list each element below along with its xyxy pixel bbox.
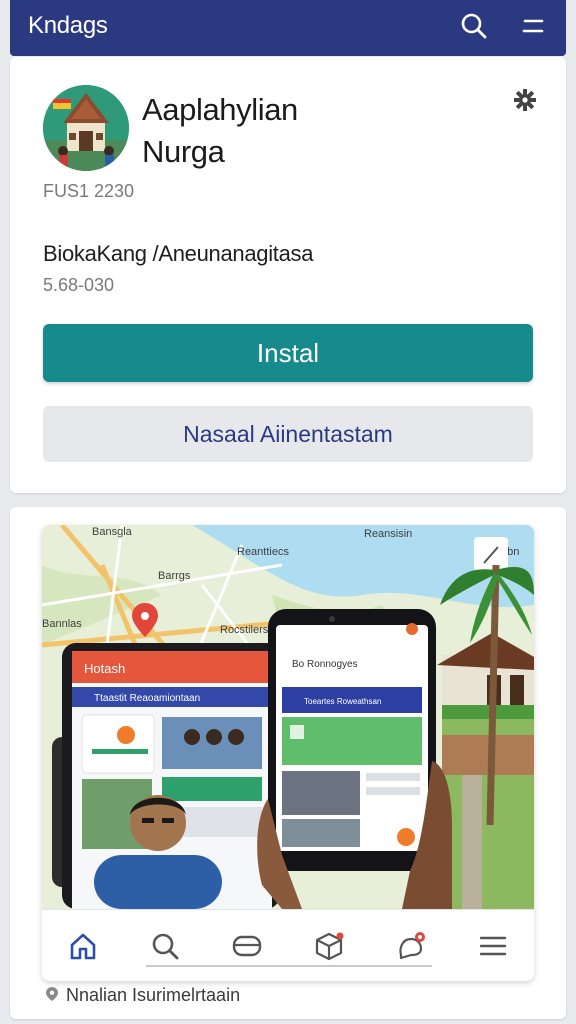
map-label: Reansisin: [364, 528, 412, 540]
map-label: Reanttiecs: [237, 546, 289, 558]
settings-button[interactable]: [512, 88, 538, 116]
app-title: Aaplahylian Nurga: [142, 89, 298, 173]
home-icon: [68, 931, 98, 961]
app-title-line-2: Nurga: [142, 134, 225, 169]
tablet-bar-text: Ttaastit Reaoamiontaan: [94, 693, 200, 704]
footer-note: Nnalian Isurimelrtaain: [46, 985, 240, 1006]
menu-icon: [478, 931, 508, 961]
nav-card[interactable]: [227, 926, 267, 966]
app-meta: FUS1 2230: [43, 181, 135, 201]
preview-bottom-nav: [42, 909, 534, 981]
nav-chat[interactable]: [391, 926, 431, 966]
chat-icon: [395, 931, 427, 961]
developer-name[interactable]: BiokaKang /Aneunanagitasa: [43, 241, 313, 267]
app-details-card: Aaplahylian Nurga FUS1 2230 BiokaKang /A…: [10, 57, 566, 493]
nav-search[interactable]: [145, 926, 185, 966]
map-label: Bansgla: [92, 526, 133, 538]
nav-menu[interactable]: [473, 926, 513, 966]
box-icon: [313, 931, 345, 961]
footer-note-text: Nnalian Isurimelrtaain: [66, 985, 241, 1005]
map-label: Rocstilers: [220, 624, 269, 636]
download-count: 5.68-030: [43, 275, 115, 295]
location-icon: [46, 985, 58, 1006]
map-label: Barrgs: [158, 570, 191, 582]
search-icon: [460, 12, 488, 45]
preview-illustration: Bansgla Reanttiecs Reansisin Barrgs Bann…: [42, 525, 534, 909]
phone-row-text: Toeartes Roweathsan: [304, 697, 381, 706]
menu-icon: [521, 15, 545, 42]
search-icon: [150, 931, 180, 961]
search-button[interactable]: [456, 10, 492, 46]
divider: [146, 965, 432, 967]
top-app-bar: Kndags: [10, 0, 566, 56]
menu-button[interactable]: [515, 10, 551, 46]
phone-header-text: Bo Ronnogyes: [292, 659, 358, 670]
card-icon: [231, 931, 263, 961]
phone-status-text: Danahnetiabn: [294, 635, 356, 646]
app-screenshot-preview[interactable]: Bansgla Reanttiecs Reansisin Barrgs Bann…: [42, 525, 534, 981]
nav-box[interactable]: [309, 926, 349, 966]
install-button[interactable]: Instal: [43, 324, 533, 382]
app-title-line-1: Aaplahylian: [142, 92, 298, 127]
app-bar-title: Kndags: [28, 12, 108, 39]
map-label: Bannlas: [42, 618, 82, 630]
screenshot-gallery-card: Bansgla Reanttiecs Reansisin Barrgs Bann…: [10, 507, 566, 1019]
gear-icon: [514, 88, 536, 116]
nav-home[interactable]: [63, 926, 103, 966]
app-icon: [43, 85, 129, 171]
add-icon: [117, 726, 135, 744]
secondary-action-button[interactable]: Nasaal Aiinentastam: [43, 406, 533, 462]
tablet-header-text: Hotash: [84, 661, 125, 676]
